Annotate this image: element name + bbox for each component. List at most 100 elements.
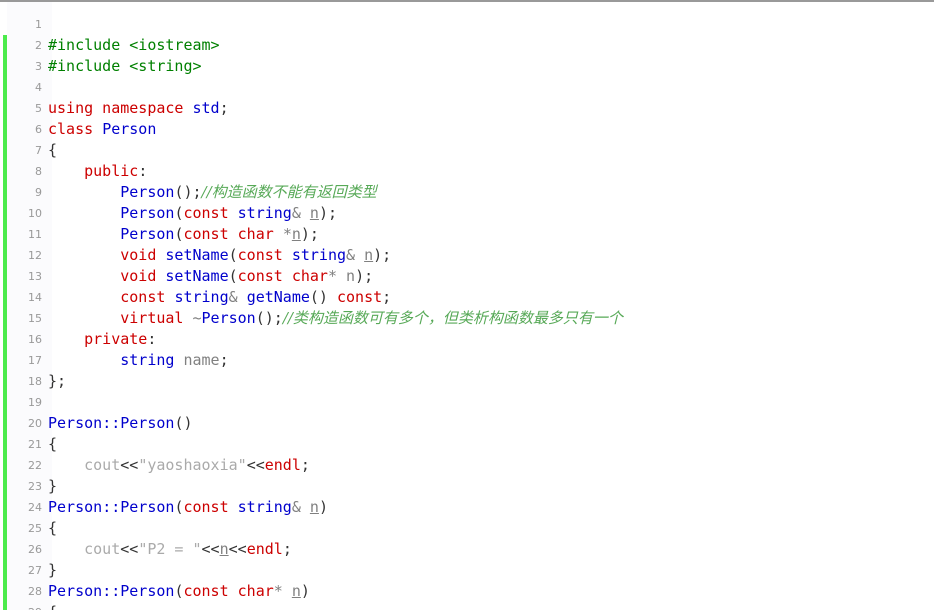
code-line[interactable]: 18}; (0, 371, 934, 392)
code-line-text[interactable]: Person::Person() (48, 414, 193, 432)
code-line[interactable]: 5 using namespace std; (0, 98, 934, 119)
code-token: public (84, 162, 139, 180)
code-line[interactable]: 14 const string& getName() const; (0, 287, 934, 308)
code-token: #include (48, 36, 130, 54)
code-line[interactable]: 25 { (0, 518, 934, 539)
code-line[interactable]: 4 (0, 77, 934, 98)
code-line-text[interactable]: { (48, 519, 57, 537)
code-token: ; (219, 99, 229, 117)
line-number: 22 (28, 459, 42, 472)
code-token: void (120, 267, 166, 285)
code-line[interactable]: 23} (0, 476, 934, 497)
code-line[interactable]: 8 public: (0, 161, 934, 182)
code-line[interactable]: 20 Person::Person() (0, 413, 934, 434)
code-token: ); (318, 204, 337, 222)
line-number: 17 (28, 354, 42, 367)
code-line-text[interactable]: virtual ~Person();//类构造函数可有多个，但类析构函数最多只有… (48, 309, 623, 327)
code-line[interactable]: 7{ (0, 140, 934, 161)
code-line[interactable]: 16 private: (0, 329, 934, 350)
line-number: 25 (28, 522, 42, 535)
code-token: Person (48, 582, 103, 600)
code-line[interactable]: 12 void setName(const string& n); (0, 245, 934, 266)
code-content-area[interactable]: 1 2 #include <iostream> 3 #include <string> 4… (0, 14, 934, 610)
code-token: { (48, 141, 58, 159)
code-token: void (120, 246, 166, 264)
code-line-text[interactable]: using namespace std; (48, 99, 229, 117)
code-line[interactable]: 13 void setName(const char* n); (0, 266, 934, 287)
code-line[interactable]: 26 cout<<"P2 = "<<n<<endl; (0, 539, 934, 560)
code-line-text[interactable]: } (48, 561, 57, 579)
code-line[interactable]: 27} (0, 560, 934, 581)
code-line-text[interactable]: Person::Person(const string& n) (48, 498, 328, 516)
code-line-text[interactable]: { (48, 435, 57, 453)
code-line[interactable]: 24 Person::Person(const string& n) (0, 497, 934, 518)
code-line[interactable]: 9 Person();//构造函数不能有返回类型 (0, 182, 934, 203)
code-token: & (346, 246, 365, 264)
line-number: 18 (28, 375, 42, 388)
code-line-text[interactable]: cout<<"P2 = "<<n<<endl; (48, 540, 292, 558)
code-line-text[interactable]: }; (48, 372, 66, 390)
line-number: 15 (28, 312, 42, 325)
line-number: 23 (28, 480, 42, 493)
code-token: n (291, 582, 301, 600)
code-line-text[interactable]: private: (48, 330, 156, 348)
line-number: 6 (35, 123, 42, 136)
code-line-text[interactable]: { (48, 603, 57, 610)
code-line-text[interactable]: Person::Person(const char* n) (48, 582, 310, 600)
code-line[interactable]: 6 class Person (0, 119, 934, 140)
code-token: const (237, 246, 292, 264)
code-token: #include (48, 57, 130, 75)
code-line[interactable]: 28 Person::Person(const char* n) (0, 581, 934, 602)
code-token: endl (246, 540, 283, 558)
code-line-text[interactable]: class Person (48, 120, 156, 138)
code-token: (); (255, 309, 283, 327)
code-token: endl (264, 456, 301, 474)
code-line[interactable]: 1 (0, 14, 934, 35)
code-token: ) (300, 582, 310, 600)
line-number: 4 (35, 81, 42, 94)
code-line-text[interactable]: #include <string> (48, 57, 202, 75)
code-line[interactable]: 2 #include <iostream> (0, 35, 934, 56)
code-token: ); (373, 246, 392, 264)
code-line-text[interactable]: Person(const string& n); (48, 204, 337, 222)
code-line-text[interactable]: void setName(const string& n); (48, 246, 391, 264)
code-token: n (291, 225, 301, 243)
code-line-text[interactable]: Person();//构造函数不能有返回类型 (48, 183, 376, 201)
line-number: 8 (35, 165, 42, 178)
code-token: <string> (129, 57, 202, 75)
code-line[interactable]: 10 Person(const string& n); (0, 203, 934, 224)
line-number: 14 (28, 291, 42, 304)
code-line-text[interactable]: #include <iostream> (48, 36, 220, 54)
code-line[interactable]: 3 #include <string> (0, 56, 934, 77)
code-token: Person (201, 309, 256, 327)
code-line[interactable]: 17 string name; (0, 350, 934, 371)
code-line-text[interactable]: const string& getName() const; (48, 288, 391, 306)
line-number: 19 (28, 396, 42, 409)
code-line[interactable]: 21 { (0, 434, 934, 455)
code-line-text[interactable]: { (48, 141, 57, 159)
code-token: //类构造函数可有多个，但类析构函数最多只有一个 (282, 309, 623, 327)
code-token: n (364, 246, 374, 264)
line-number: 16 (28, 333, 42, 346)
code-line-text[interactable]: void setName(const char* n); (48, 267, 373, 285)
code-line[interactable]: 11 Person(const char *n); (0, 224, 934, 245)
code-token: () (174, 414, 193, 432)
code-token: "yaoshaoxia" (138, 456, 247, 474)
code-line-text[interactable]: cout<<"yaoshaoxia"<<endl; (48, 456, 310, 474)
code-line[interactable]: 15 virtual ~Person();//类构造函数可有多个，但类析构函数最… (0, 308, 934, 329)
code-line-text[interactable]: string name; (48, 351, 228, 369)
code-editor[interactable]: 1 2 #include <iostream> 3 #include <string> 4… (0, 0, 934, 610)
line-number: 13 (28, 270, 42, 283)
code-line[interactable]: 29{ (0, 602, 934, 610)
code-line[interactable]: 19 (0, 392, 934, 413)
code-line[interactable]: 22 cout<<"yaoshaoxia"<<endl; (0, 455, 934, 476)
code-line-text[interactable]: } (48, 477, 57, 495)
code-line-text[interactable]: Person(const char *n); (48, 225, 319, 243)
line-number: 1 (35, 18, 42, 31)
code-line-text[interactable]: public: (48, 162, 147, 180)
code-token: :: (102, 582, 121, 600)
